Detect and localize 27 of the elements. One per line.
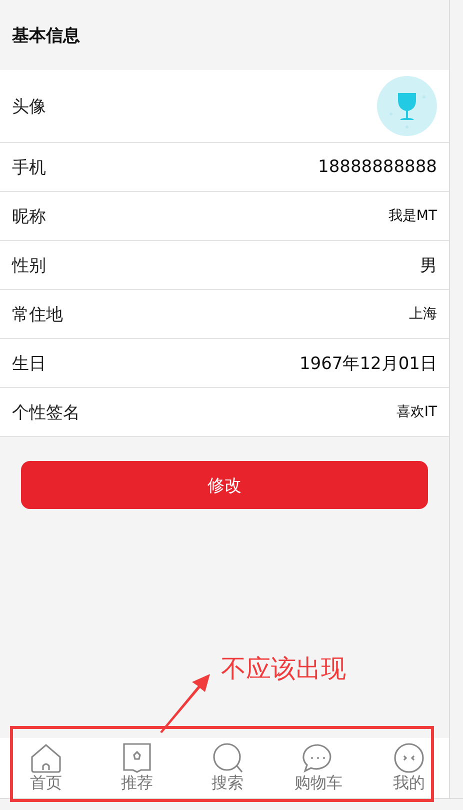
row-value: 上海 [409,305,437,323]
star-icon [120,742,153,772]
row-value: 1967年12月01日 [299,352,437,374]
annotation-arrow [158,672,212,734]
face-icon [393,742,425,772]
nav-tab[interactable]: 我的 [379,742,439,794]
section-title: 基本信息 [12,24,80,46]
row-value: 喜欢IT [396,403,437,421]
row-label: 性别 [12,254,46,276]
row-label: 个性签名 [12,402,80,424]
annotation-note: 不应该出现 [221,653,346,685]
avatar-icon[interactable] [377,76,437,136]
nav-tab[interactable]: 购物车 [288,742,348,794]
edit-button[interactable]: 修改 [21,461,428,509]
row-label: 昵称 [12,206,46,228]
row-value: 18888888888 [318,157,437,177]
row-label: 生日 [12,352,46,374]
home-icon [30,742,62,772]
row-label: 头像 [12,96,46,118]
row-value: 我是MT [388,207,437,225]
row-label: 常住地 [12,304,63,326]
row-value: 男 [420,254,437,276]
row-label: 手机 [12,156,46,178]
nav-tab[interactable]: 搜索 [198,742,258,794]
search-icon [212,742,244,772]
nav-tab[interactable]: 首页 [16,742,76,794]
nav-tab[interactable]: 推荐 [106,742,167,794]
